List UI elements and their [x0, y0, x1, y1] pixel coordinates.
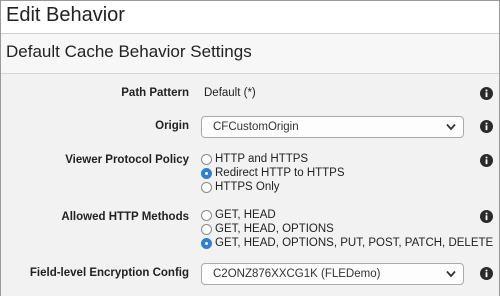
field-level-encryption-label: Field-level Encryption Config: [29, 267, 189, 279]
radio-label: Redirect HTTP to HTTPS: [215, 167, 345, 179]
radio-button[interactable]: [201, 154, 212, 165]
path-pattern-label: Path Pattern: [121, 87, 189, 99]
radio-label: GET, HEAD, OPTIONS, PUT, POST, PATCH, DE…: [215, 237, 494, 249]
info-icon[interactable]: [480, 210, 493, 223]
origin-select[interactable]: CFCustomOrigin: [201, 116, 464, 138]
allowed-http-methods-label: Allowed HTTP Methods: [61, 211, 189, 223]
info-icon[interactable]: [480, 154, 493, 167]
viewer-protocol-policy-label: Viewer Protocol Policy: [65, 154, 189, 166]
radio-button-selected[interactable]: [201, 238, 212, 249]
chevron-down-icon: [446, 123, 456, 131]
cache-behavior-section: Default Cache Behavior Settings Path Pat…: [1, 34, 499, 296]
radio-button[interactable]: [201, 224, 212, 235]
field-level-encryption-select[interactable]: C2ONZ876XXCG1K (FLEDemo): [201, 263, 464, 285]
chevron-down-icon: [446, 270, 456, 278]
radio-label: HTTPS Only: [215, 181, 280, 193]
radio-button[interactable]: [201, 182, 212, 193]
info-icon[interactable]: [480, 120, 493, 133]
path-pattern-value: Default (*): [204, 87, 256, 99]
edit-behavior-panel: Edit Behavior Default Cache Behavior Set…: [0, 0, 500, 296]
radio-label: HTTP and HTTPS: [215, 153, 309, 165]
page-header: Edit Behavior: [1, 1, 499, 34]
origin-selected-value: CFCustomOrigin: [213, 121, 299, 133]
origin-label: Origin: [155, 120, 189, 132]
field-level-encryption-selected-value: C2ONZ876XXCG1K (FLEDemo): [213, 268, 381, 280]
radio-button[interactable]: [201, 210, 212, 221]
radio-label: GET, HEAD, OPTIONS: [215, 223, 334, 235]
radio-button-selected[interactable]: [201, 168, 212, 179]
page-title: Edit Behavior: [6, 4, 125, 26]
info-icon[interactable]: [480, 87, 493, 100]
radio-label: GET, HEAD: [215, 209, 276, 221]
section-header: Default Cache Behavior Settings: [1, 34, 499, 74]
section-title: Default Cache Behavior Settings: [6, 42, 252, 61]
info-icon[interactable]: [480, 267, 493, 280]
